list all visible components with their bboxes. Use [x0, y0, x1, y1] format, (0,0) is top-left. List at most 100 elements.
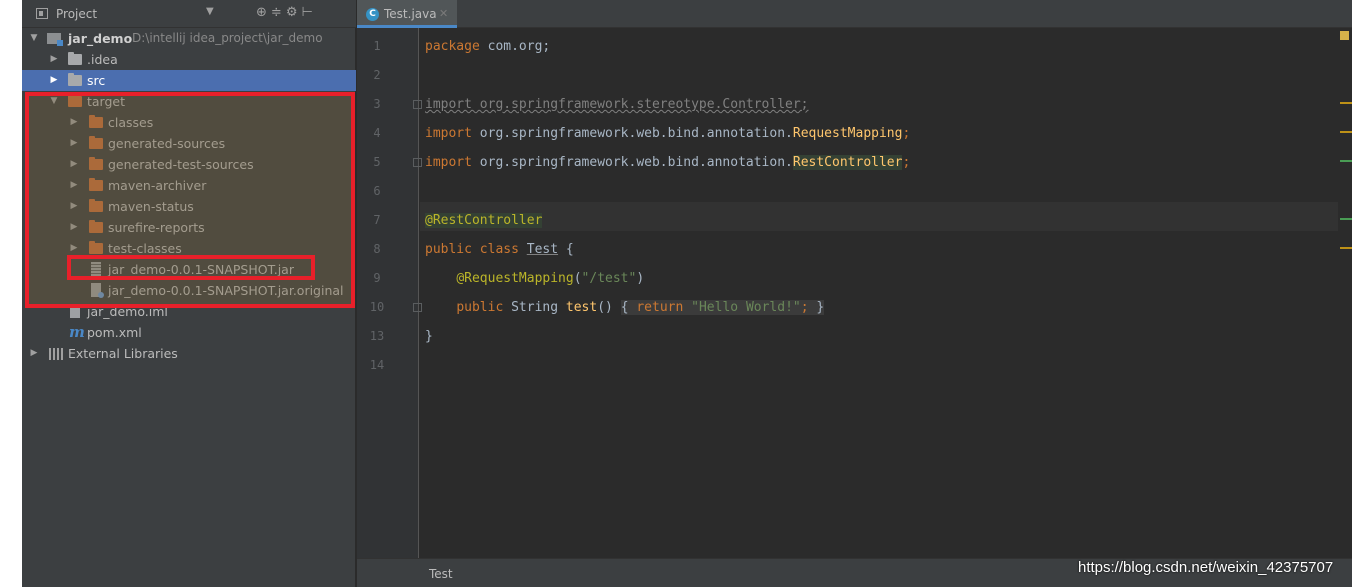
code-token: ( [573, 271, 582, 286]
project-panel-toolbar: ⊕≑⚙⊢ [256, 5, 317, 20]
tree-item-maven-archiver[interactable]: ▶ maven-archiver [22, 175, 356, 196]
tab-test-java[interactable]: C Test.java ✕ [357, 0, 457, 28]
jar-file-icon [91, 262, 101, 276]
tree-item-classes[interactable]: ▶ classes [22, 112, 356, 133]
code-token: public class [425, 242, 519, 257]
change-mark[interactable] [1340, 218, 1352, 220]
expand-arrow-icon[interactable]: ▶ [68, 112, 80, 133]
expand-arrow-icon[interactable]: ▶ [48, 49, 60, 70]
tree-item-external-libraries[interactable]: ▶ External Libraries [22, 343, 356, 364]
folder-icon [68, 52, 82, 65]
tree-item-label: jar_demo-0.0.1-SNAPSHOT.jar [108, 262, 294, 277]
expand-arrow-icon[interactable]: ▶ [68, 238, 80, 259]
expand-arrow-icon[interactable]: ▶ [68, 133, 80, 154]
code-token: package [425, 39, 480, 54]
inspection-status-icon[interactable] [1340, 31, 1349, 40]
excluded-folder-icon [89, 136, 103, 149]
tree-item-surefire-reports[interactable]: ▶ surefire-reports [22, 217, 356, 238]
tree-item-iml[interactable]: jar_demo.iml [22, 301, 356, 322]
line-number: 2 [373, 68, 381, 82]
expand-arrow-icon[interactable]: ▼ [48, 91, 60, 112]
module-folder-icon [47, 33, 63, 46]
tree-item-test-classes[interactable]: ▶ test-classes [22, 238, 356, 259]
code-token: String [503, 300, 566, 315]
tree-item-maven-status[interactable]: ▶ maven-status [22, 196, 356, 217]
tree-item-pom[interactable]: m pom.xml [22, 322, 356, 343]
line-number: 5 [373, 155, 381, 169]
iml-file-icon [70, 304, 80, 318]
warning-mark[interactable] [1340, 247, 1352, 249]
line-number: 8 [373, 242, 381, 256]
code-editor[interactable]: package com.org; import org.springframew… [420, 28, 1338, 558]
code-token: Test [526, 242, 559, 257]
breadcrumb[interactable]: Test [429, 567, 453, 581]
excluded-folder-icon [89, 199, 103, 212]
tree-item-src[interactable]: ▶ src [22, 70, 356, 91]
editor-tab-bar: C Test.java ✕ [357, 0, 1352, 28]
tree-item-snapshot-jar[interactable]: jar_demo-0.0.1-SNAPSHOT.jar [22, 259, 356, 280]
tree-item-jar-demo[interactable]: ▼ jar_demo D:\intellij idea_project\jar_… [22, 28, 356, 49]
expand-arrow-icon[interactable]: ▶ [68, 196, 80, 217]
tree-item-label: jar_demo.iml [87, 304, 168, 319]
excluded-folder-icon [89, 220, 103, 233]
watermark: https://blog.csdn.net/weixin_42375707 [1078, 559, 1334, 576]
tree-item-label: jar_demo-0.0.1-SNAPSHOT.jar.original [108, 283, 344, 298]
code-line-10: public String test() { return "Hello Wor… [425, 293, 825, 322]
expand-arrow-icon[interactable]: ▶ [68, 175, 80, 196]
line-number: 7 [373, 213, 381, 227]
code-token: return [636, 300, 684, 315]
code-token: "Hello World!" [691, 300, 801, 315]
code-token: @RequestMapping [456, 271, 574, 286]
code-line-5: import org.springframework.web.bind.anno… [425, 148, 910, 177]
change-mark[interactable] [1340, 160, 1352, 162]
tree-item-label: External Libraries [68, 346, 178, 361]
tree-item-target[interactable]: ▼ target [22, 91, 356, 112]
warning-mark[interactable] [1340, 102, 1352, 104]
gear-icon[interactable]: ⚙ [286, 5, 302, 20]
code-token: ; [902, 126, 911, 141]
code-line-3: import org.springframework.stereotype.Co… [425, 90, 809, 119]
tree-item-label: maven-archiver [108, 178, 207, 193]
folded-code-region[interactable]: { return "Hello World!"; } [620, 300, 825, 315]
tree-item-label: target [87, 94, 126, 109]
code-token: org.springframework.web.bind.annotation. [471, 155, 793, 170]
expand-arrow-icon[interactable]: ▶ [28, 343, 40, 364]
chevron-down-icon[interactable]: ▼ [206, 6, 214, 17]
code-token: test [565, 300, 598, 315]
hide-panel-icon[interactable]: ⊢ [301, 5, 316, 20]
expand-arrow-icon[interactable]: ▶ [68, 154, 80, 175]
libraries-icon [49, 348, 63, 360]
scroll-from-source-icon[interactable]: ⊕ [256, 5, 271, 20]
project-view-selector[interactable]: Project [56, 7, 97, 21]
tree-item-snapshot-jar-original[interactable]: jar_demo-0.0.1-SNAPSHOT.jar.original [22, 280, 356, 301]
code-token: } [816, 300, 825, 315]
excluded-folder-icon [89, 241, 103, 254]
line-number: 4 [373, 126, 381, 140]
module-path: D:\intellij idea_project\jar_demo [132, 31, 323, 45]
maven-icon: m [69, 323, 85, 341]
expand-arrow-icon[interactable]: ▶ [68, 217, 80, 238]
line-number: 9 [373, 271, 381, 285]
code-token: { [558, 242, 574, 257]
error-stripe [1338, 28, 1352, 558]
collapse-all-icon[interactable]: ≑ [271, 5, 286, 20]
unknown-file-icon [91, 283, 104, 298]
close-icon[interactable]: ✕ [439, 0, 448, 28]
java-class-icon: C [366, 8, 379, 21]
line-number-gutter: 1 2 3 4 5 6 7 8 9 10 13 14 [357, 28, 422, 558]
line-number: 10 [369, 300, 385, 314]
excluded-folder-icon [89, 178, 103, 191]
tree-item-label: maven-status [108, 199, 194, 214]
project-panel: Project ▼ ⊕≑⚙⊢ ▼ jar_demo D:\intellij id… [22, 0, 356, 587]
expand-arrow-icon[interactable]: ▶ [48, 70, 60, 91]
code-token: com.org; [479, 39, 551, 54]
tree-item-label: classes [108, 115, 154, 130]
expand-arrow-icon[interactable]: ▼ [28, 28, 40, 49]
tree-item-generated-sources[interactable]: ▶ generated-sources [22, 133, 356, 154]
tree-item-idea[interactable]: ▶ .idea [22, 49, 356, 70]
code-token: import [425, 155, 472, 170]
tree-item-generated-test-sources[interactable]: ▶ generated-test-sources [22, 154, 356, 175]
code-token: } [425, 329, 433, 344]
current-line-highlight [420, 202, 1338, 231]
warning-mark[interactable] [1340, 131, 1352, 133]
